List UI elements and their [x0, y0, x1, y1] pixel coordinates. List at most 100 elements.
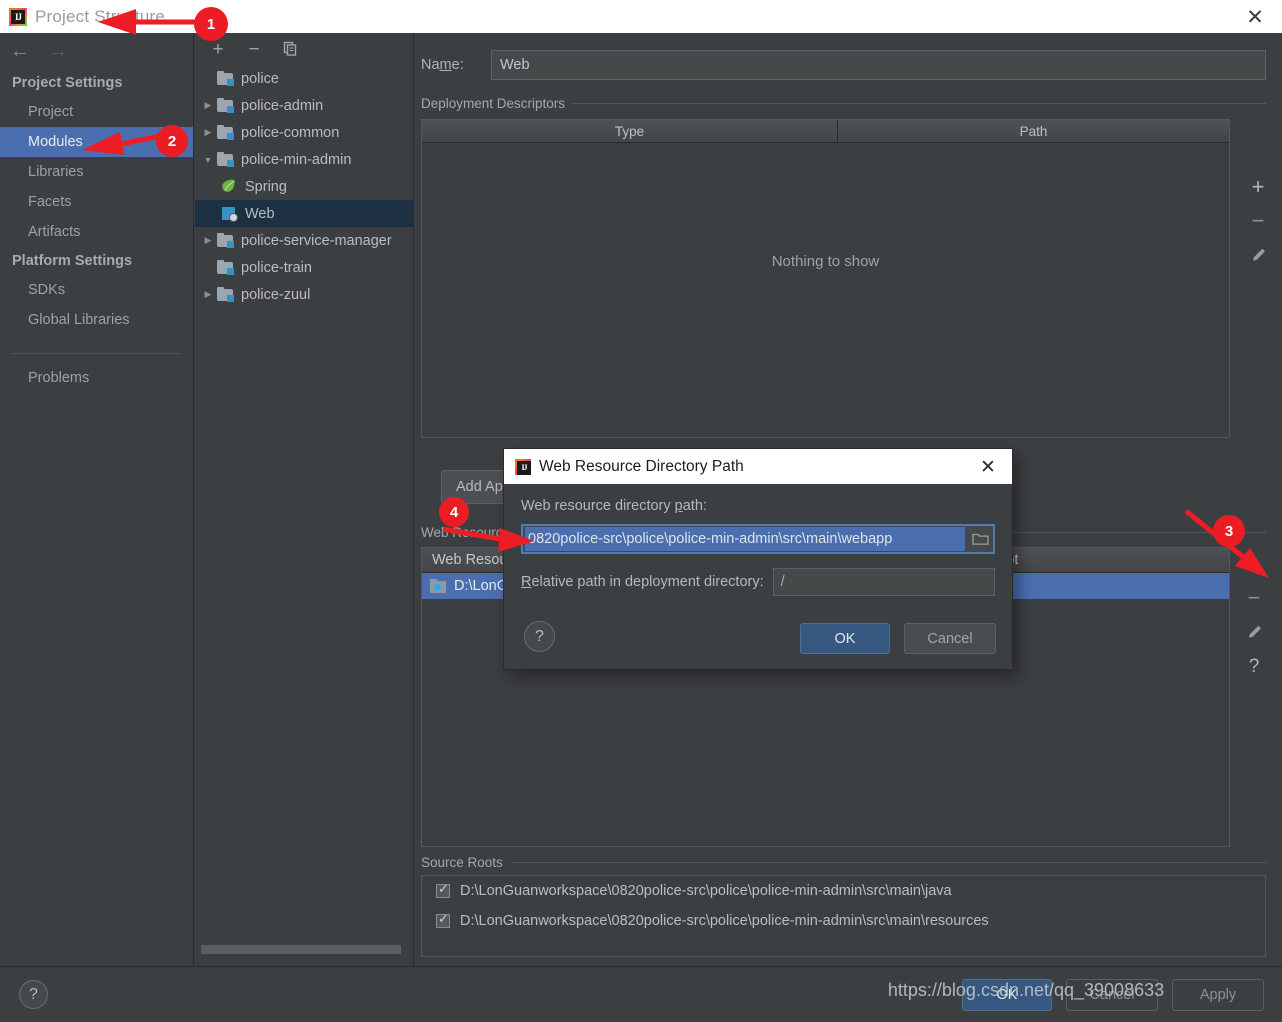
tree-node-police-zuul[interactable]: ▶ police-zuul: [195, 281, 413, 308]
tree-node-police-service-manager[interactable]: ▶ police-service-manager: [195, 227, 413, 254]
divider-line: [573, 103, 1266, 104]
tree-node-web[interactable]: Web: [195, 200, 413, 227]
remove-descriptor-icon[interactable]: −: [1240, 204, 1276, 238]
sidebar-item-artifacts[interactable]: Artifacts: [0, 217, 193, 247]
annotation-badge-2: 2: [156, 125, 188, 157]
tree-node-police[interactable]: police: [195, 65, 413, 92]
deployment-descriptors-header: Deployment Descriptors: [415, 96, 1282, 111]
dialog-titlebar: IJ Web Resource Directory Path ✕: [504, 449, 1012, 484]
tree-node-label: police-min-admin: [241, 151, 352, 168]
module-tree-toolbar: + −: [195, 33, 413, 65]
tree-node-label: Web: [245, 205, 275, 222]
tree-node-spring[interactable]: Spring: [195, 173, 413, 200]
column-header-path[interactable]: Path: [837, 120, 1229, 142]
sidebar-group-platform-settings: Platform Settings: [12, 253, 133, 269]
divider-line: [510, 862, 1266, 863]
tree-node-police-common[interactable]: ▶ police-common: [195, 119, 413, 146]
web-resource-help-icon[interactable]: ?: [1236, 649, 1272, 683]
spring-leaf-icon: [221, 179, 238, 194]
logo-text: IJ: [521, 463, 527, 472]
add-module-icon[interactable]: +: [209, 40, 227, 59]
column-header-type[interactable]: Type: [422, 120, 837, 142]
dialog-cancel-button[interactable]: Cancel: [904, 623, 996, 654]
source-root-path: D:\LonGuanworkspace\0820police-src\polic…: [460, 913, 989, 929]
directory-icon: [430, 579, 447, 593]
module-icon: [217, 233, 234, 248]
source-roots-title: Source Roots: [421, 855, 503, 870]
list-item[interactable]: D:\LonGuanworkspace\0820police-src\polic…: [422, 876, 1265, 906]
window-title: Project Structure: [35, 6, 166, 26]
edit-descriptor-icon[interactable]: [1240, 238, 1276, 272]
module-tree-panel: + − police ▶ police-admin ▶ police-commo…: [195, 33, 414, 966]
sidebar-item-problems[interactable]: Problems: [0, 354, 193, 393]
module-icon: [217, 71, 234, 86]
project-structure-window: IJ Project Structure ✕ ← → Project Setti…: [0, 0, 1282, 1022]
source-root-checkbox[interactable]: [436, 911, 450, 928]
add-web-resource-icon[interactable]: +: [1236, 547, 1272, 581]
sidebar-item-sdks[interactable]: SDKs: [0, 275, 193, 305]
deployment-descriptors-title: Deployment Descriptors: [421, 96, 566, 111]
twisty-icon[interactable]: ▶: [199, 100, 217, 111]
remove-web-resource-icon[interactable]: −: [1236, 581, 1272, 615]
twisty-icon[interactable]: ▶: [199, 289, 217, 300]
intellij-logo-icon: IJ: [515, 458, 531, 475]
sidebar-item-global-libraries[interactable]: Global Libraries: [0, 305, 193, 335]
source-roots-list[interactable]: D:\LonGuanworkspace\0820police-src\polic…: [421, 875, 1266, 957]
empty-state-text: Nothing to show: [771, 253, 880, 270]
add-descriptor-icon[interactable]: +: [1240, 170, 1276, 204]
tree-node-label: police-common: [241, 124, 340, 141]
settings-sidebar: ← → Project Settings Project Modules Lib…: [0, 33, 194, 966]
dialog-body: Web resource directory path: 0820police-…: [504, 484, 1012, 596]
window-titlebar: IJ Project Structure ✕: [0, 0, 1282, 33]
edit-web-resource-icon[interactable]: [1236, 615, 1272, 649]
module-tree-horizontal-scrollbar[interactable]: [201, 945, 401, 954]
logo-text: IJ: [14, 11, 22, 22]
sidebar-item-libraries[interactable]: Libraries: [0, 157, 193, 187]
close-icon[interactable]: ✕: [1244, 6, 1266, 28]
tree-node-label: Spring: [245, 178, 287, 195]
web-leaf-icon: [221, 206, 238, 222]
tree-node-label: police-zuul: [241, 286, 311, 303]
sidebar-item-project[interactable]: Project: [0, 97, 193, 127]
tree-node-police-min-admin[interactable]: ▼ police-min-admin: [195, 146, 413, 173]
apply-button[interactable]: Apply: [1172, 979, 1264, 1011]
watermark-text: https://blog.csdn.net/qq_39008633: [887, 980, 1165, 1000]
folder-icon[interactable]: [967, 532, 993, 546]
web-resource-path-input[interactable]: 0820police-src\police\police-min-admin\s…: [525, 527, 965, 551]
tree-node-label: police: [241, 70, 279, 87]
name-input[interactable]: Web: [491, 50, 1266, 80]
relative-path-input[interactable]: /: [772, 568, 995, 596]
sidebar-group-project-settings: Project Settings: [12, 75, 123, 91]
module-icon: [217, 287, 234, 302]
sidebar-item-facets[interactable]: Facets: [0, 187, 193, 217]
module-tree[interactable]: police ▶ police-admin ▶ police-common ▼ …: [195, 65, 413, 308]
annotation-badge-4: 4: [439, 497, 469, 527]
dialog-help-icon[interactable]: ?: [524, 621, 555, 652]
help-icon[interactable]: ?: [19, 980, 48, 1009]
source-root-checkbox[interactable]: [436, 881, 450, 898]
module-icon: [217, 125, 234, 140]
dialog-footer: ? OK Cancel: [504, 607, 1012, 669]
twisty-icon[interactable]: ▶: [199, 235, 217, 246]
web-resource-directories-toolbar: + − ?: [1236, 547, 1276, 683]
table-body: Nothing to show: [422, 143, 1229, 437]
dialog-ok-button[interactable]: OK: [800, 623, 890, 654]
forward-arrow-icon[interactable]: →: [48, 41, 68, 61]
web-resource-path-field[interactable]: 0820police-src\police\police-min-admin\s…: [521, 524, 995, 554]
tree-node-police-train[interactable]: police-train: [195, 254, 413, 281]
twisty-icon[interactable]: ▶: [199, 127, 217, 138]
twisty-icon[interactable]: ▼: [199, 155, 217, 165]
dialog-close-icon[interactable]: ✕: [978, 457, 998, 478]
deployment-descriptors-table[interactable]: Type Path Nothing to show: [421, 119, 1230, 438]
dialog-title: Web Resource Directory Path: [539, 457, 744, 475]
copy-module-icon[interactable]: [281, 41, 299, 58]
annotation-badge-1: 1: [194, 7, 228, 41]
sidebar-nav-buttons: ← →: [0, 33, 193, 69]
annotation-badge-3: 3: [1213, 515, 1245, 547]
list-item[interactable]: D:\LonGuanworkspace\0820police-src\polic…: [422, 906, 1265, 936]
tree-node-police-admin[interactable]: ▶ police-admin: [195, 92, 413, 119]
name-row: Name: Web: [415, 33, 1282, 80]
remove-module-icon[interactable]: −: [245, 40, 263, 59]
intellij-logo-icon: IJ: [9, 7, 27, 26]
back-arrow-icon[interactable]: ←: [10, 41, 30, 61]
